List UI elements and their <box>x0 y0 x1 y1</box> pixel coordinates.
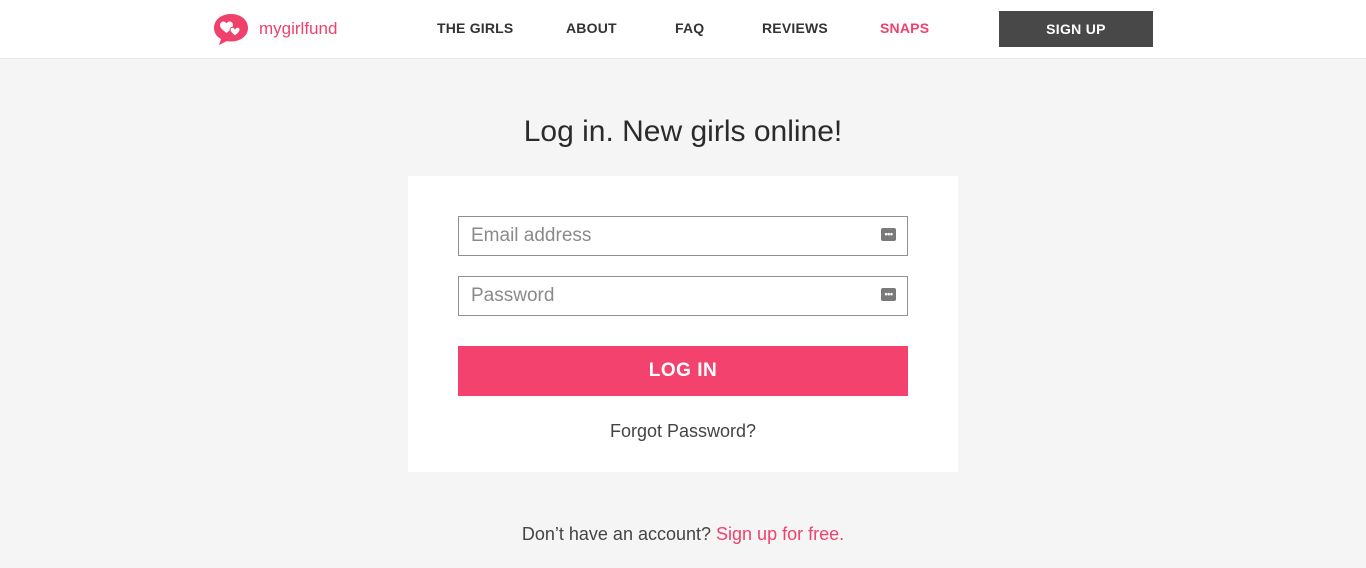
autofill-dots-icon[interactable]: ••• <box>881 288 896 301</box>
signup-button[interactable]: SIGN UP <box>999 11 1153 47</box>
login-button[interactable]: LOG IN <box>458 346 908 396</box>
nav-about[interactable]: ABOUT <box>566 20 617 37</box>
signup-free-link[interactable]: Sign up for free. <box>716 524 844 544</box>
hearts-speech-bubble-icon <box>214 14 248 45</box>
logo-link[interactable]: mygirlfund <box>213 12 337 46</box>
signup-prompt: Don’t have an account? Sign up for free. <box>0 523 1366 545</box>
autofill-dots-icon[interactable]: ••• <box>881 228 896 241</box>
top-header: mygirlfund THE GIRLS ABOUT FAQ REVIEWS S… <box>0 0 1366 59</box>
nav-the-girls[interactable]: THE GIRLS <box>437 20 513 37</box>
forgot-password-link[interactable]: Forgot Password? <box>408 420 958 442</box>
password-field: ••• <box>458 276 908 316</box>
email-field: ••• <box>458 216 908 256</box>
no-account-text: Don’t have an account? <box>521 524 712 544</box>
nav-faq[interactable]: FAQ <box>675 20 704 37</box>
nav-reviews[interactable]: REVIEWS <box>762 20 828 37</box>
login-card: ••• ••• LOG IN Forgot Password? <box>408 176 958 472</box>
nav-snaps[interactable]: SNAPS <box>880 20 929 37</box>
email-input[interactable] <box>459 217 871 255</box>
page-title: Log in. New girls online! <box>523 115 843 148</box>
password-input[interactable] <box>459 277 871 315</box>
logo-text: mygirlfund <box>259 19 338 38</box>
